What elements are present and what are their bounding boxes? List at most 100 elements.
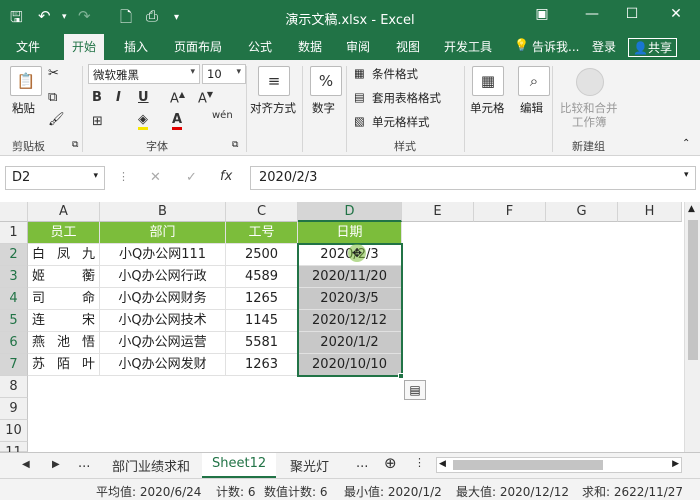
scroll-right-icon[interactable]: ▶	[672, 459, 679, 469]
column-header-g[interactable]: G	[546, 202, 618, 222]
font-size-select[interactable]: 10 ▾	[202, 64, 246, 84]
fill-color-icon[interactable]: ◈	[138, 112, 148, 130]
row-header[interactable]: 5	[0, 310, 28, 332]
phonetic-icon[interactable]: wén	[212, 110, 233, 121]
clipboard-launcher-icon[interactable]: ⧉	[72, 140, 78, 150]
tab-page-layout[interactable]: 页面布局	[174, 38, 222, 55]
row-header[interactable]: 1	[0, 222, 28, 244]
tab-home[interactable]: 开始	[64, 34, 105, 60]
table-cell[interactable]: 2020/1/2	[298, 332, 402, 354]
row-header[interactable]: 2	[0, 244, 28, 266]
table-format-icon[interactable]: ▤	[354, 90, 365, 104]
increase-font-icon[interactable]: A▲	[170, 90, 185, 106]
table-cell[interactable]: 小Q办公网111	[100, 244, 226, 266]
close-icon[interactable]: ✕	[664, 6, 688, 22]
login-link[interactable]: 登录	[592, 38, 616, 55]
insert-function-icon[interactable]: fx	[220, 169, 232, 184]
collapse-ribbon-icon[interactable]: ⌃	[682, 138, 690, 149]
table-cell[interactable]: 苏陌叶	[28, 354, 100, 376]
tab-splitter-icon[interactable]: ⋮	[414, 456, 425, 469]
fill-handle[interactable]	[398, 373, 404, 379]
scroll-left-icon[interactable]: ◀	[439, 459, 446, 469]
table-header-cell[interactable]: 工号	[226, 222, 298, 244]
tell-me-box[interactable]: 告诉我...	[532, 38, 579, 55]
tab-file[interactable]: 文件	[16, 38, 40, 55]
table-cell[interactable]: 连宋	[28, 310, 100, 332]
table-cell[interactable]: 司命	[28, 288, 100, 310]
table-cell[interactable]: 白凤九	[28, 244, 100, 266]
select-all-corner[interactable]	[0, 202, 28, 222]
bold-button[interactable]: B	[92, 90, 102, 105]
share-button[interactable]: 👤共享	[628, 38, 677, 57]
underline-button[interactable]: U	[138, 90, 149, 105]
border-icon[interactable]: ⊞	[92, 114, 103, 129]
tab-insert[interactable]: 插入	[124, 38, 148, 55]
table-cell[interactable]: 2020/11/20	[298, 266, 402, 288]
horizontal-scrollbar[interactable]: ◀ ▶	[436, 457, 682, 473]
tab-review[interactable]: 审阅	[346, 38, 370, 55]
column-header-h[interactable]: H	[618, 202, 682, 222]
enter-icon[interactable]: ✓	[186, 170, 197, 185]
column-header-c[interactable]: C	[226, 202, 298, 222]
table-cell[interactable]: 1145	[226, 310, 298, 332]
format-painter-icon[interactable]: 🖌	[48, 112, 65, 127]
table-format-button[interactable]: 套用表格格式	[372, 90, 441, 106]
table-header-cell[interactable]: 员工	[28, 222, 100, 244]
tab-formulas[interactable]: 公式	[248, 38, 272, 55]
table-cell[interactable]: 燕池悟	[28, 332, 100, 354]
table-cell[interactable]: 2020/12/12	[298, 310, 402, 332]
edit-button[interactable]: 编辑	[520, 100, 543, 116]
formula-input[interactable]: 2020/2/3	[250, 166, 696, 190]
next-sheet-icon[interactable]: ▶	[52, 459, 60, 470]
row-header[interactable]: 11	[0, 442, 28, 460]
cut-icon[interactable]: ✂	[48, 66, 59, 81]
font-name-select[interactable]: 微软雅黑 ▾	[88, 64, 200, 84]
table-cell[interactable]: 小Q办公网技术	[100, 310, 226, 332]
table-cell[interactable]: 4589	[226, 266, 298, 288]
tab-view[interactable]: 视图	[396, 38, 420, 55]
decrease-font-icon[interactable]: A▼	[198, 90, 213, 106]
column-header-a[interactable]: A	[28, 202, 100, 222]
column-header-d[interactable]: D	[298, 202, 402, 222]
row-header[interactable]: 6	[0, 332, 28, 354]
table-cell[interactable]: 小Q办公网财务	[100, 288, 226, 310]
number-format-icon[interactable]: %	[310, 66, 342, 96]
table-cell[interactable]: 2500	[226, 244, 298, 266]
sheet-more-left[interactable]: ...	[78, 456, 90, 471]
font-launcher-icon[interactable]: ⧉	[232, 140, 238, 150]
prev-sheet-icon[interactable]: ◀	[22, 459, 30, 470]
align-icon[interactable]: ≡	[258, 66, 290, 96]
scroll-up-icon[interactable]: ▲	[688, 204, 695, 214]
cond-format-icon[interactable]: ▦	[354, 66, 365, 80]
copy-icon[interactable]: ⧉	[48, 90, 57, 105]
sheet-more-right[interactable]: ...	[356, 456, 368, 471]
minimize-icon[interactable]: —	[580, 6, 604, 22]
tab-developer[interactable]: 开发工具	[444, 38, 492, 55]
sheet-tab[interactable]: 聚光灯	[290, 456, 329, 475]
cell-style-icon[interactable]: ▧	[354, 114, 365, 128]
font-color-button[interactable]: A	[172, 112, 183, 130]
row-header[interactable]: 4	[0, 288, 28, 310]
table-cell[interactable]: 小Q办公网发财	[100, 354, 226, 376]
table-cell[interactable]: 1263	[226, 354, 298, 376]
cancel-icon[interactable]: ✕	[150, 170, 161, 185]
column-header-f[interactable]: F	[474, 202, 546, 222]
row-header[interactable]: 9	[0, 398, 28, 420]
scrollbar-thumb[interactable]	[453, 460, 603, 470]
vertical-scrollbar[interactable]: ▲	[684, 202, 700, 452]
table-header-cell[interactable]: 日期	[298, 222, 402, 244]
sheet-tab-active[interactable]: Sheet12	[202, 453, 277, 478]
add-sheet-icon[interactable]: ⊕	[384, 454, 397, 472]
table-cell[interactable]: 5581	[226, 332, 298, 354]
cells-button[interactable]: 单元格	[470, 100, 505, 116]
scrollbar-thumb[interactable]	[688, 220, 698, 360]
row-header[interactable]: 8	[0, 376, 28, 398]
row-header[interactable]: 10	[0, 420, 28, 442]
number-button[interactable]: 数字	[312, 100, 335, 116]
italic-button[interactable]: I	[116, 90, 121, 105]
table-cell[interactable]: 姬蘅	[28, 266, 100, 288]
column-header-e[interactable]: E	[402, 202, 474, 222]
table-cell[interactable]: 小Q办公网运营	[100, 332, 226, 354]
edit-icon[interactable]: ⌕	[518, 66, 550, 96]
ribbon-display-icon[interactable]: ▣	[530, 6, 554, 22]
